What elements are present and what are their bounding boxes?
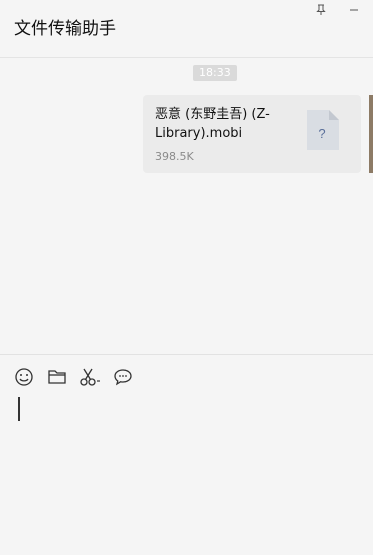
send-file-button[interactable] (46, 366, 68, 388)
file-message-card[interactable]: 恶意 (东野圭吾) (Z-Library).mobi 398.5K ? (143, 95, 361, 173)
pin-button[interactable] (308, 0, 334, 20)
emoji-button[interactable] (13, 366, 35, 388)
composer (0, 354, 373, 555)
pin-icon (316, 4, 326, 15)
window-title: 文件传输助手 (14, 19, 116, 39)
minimize-icon (350, 9, 358, 11)
emoji-icon (15, 368, 33, 386)
file-name: 恶意 (东野圭吾) (Z-Library).mobi (155, 107, 270, 141)
title-bar: 文件传输助手 (0, 0, 373, 58)
message-input[interactable] (8, 395, 365, 545)
scissors-icon (80, 368, 100, 386)
chat-history-button[interactable] (112, 366, 134, 388)
file-size: 398.5K (155, 150, 194, 163)
screenshot-button[interactable] (79, 366, 101, 388)
chat-area: 18:33 恶意 (东野圭吾) (Z-Library).mobi 398.5K … (0, 58, 373, 354)
edge-strip (369, 95, 373, 173)
minimize-button[interactable] (341, 0, 367, 20)
folder-icon (48, 370, 66, 384)
chat-bubble-icon (114, 369, 132, 386)
file-icon-glyph: ? (318, 126, 325, 141)
message-time: 18:33 (193, 65, 237, 81)
text-caret (18, 397, 20, 421)
unknown-file-icon: ? (307, 110, 339, 150)
